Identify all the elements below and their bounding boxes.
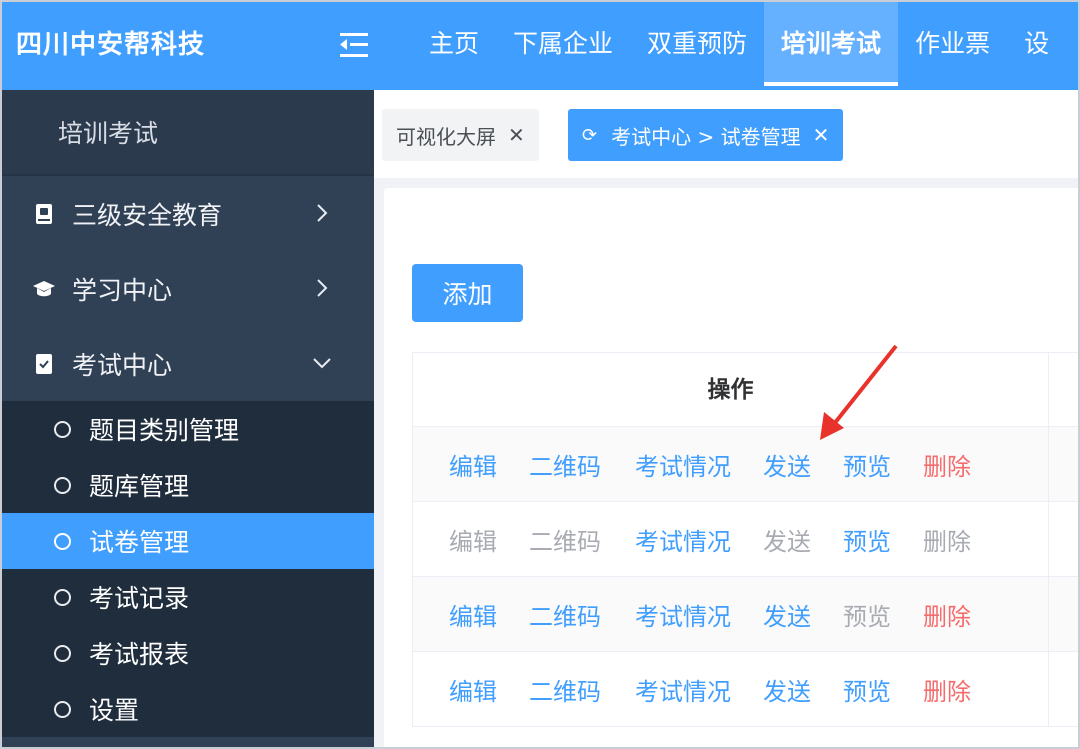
sidebar-item-exam-report[interactable]: 考试报表 bbox=[2, 625, 374, 681]
extra-cell bbox=[1049, 652, 1078, 726]
top-nav-menu: 主页 下属企业 双重预防 培训考试 作业票 设 bbox=[412, 2, 1066, 90]
edit-link[interactable]: 编辑 bbox=[449, 672, 497, 707]
delete-link[interactable]: 删除 bbox=[923, 447, 971, 482]
menu-collapse-icon[interactable] bbox=[338, 30, 370, 60]
sidebar-group-label: 考试中心 bbox=[72, 350, 173, 380]
edit-link[interactable]: 编辑 bbox=[449, 447, 497, 482]
actions-cell: 编辑 二维码 考试情况 发送 预览 删除 bbox=[413, 427, 1049, 501]
table-row: 编辑 二维码 考试情况 发送 预览 删除 bbox=[413, 652, 1078, 727]
actions-cell: 编辑 二维码 考试情况 发送 预览 删除 bbox=[413, 577, 1049, 651]
sidebar-item-label: 设置 bbox=[89, 696, 140, 725]
preview-link[interactable]: 预览 bbox=[843, 522, 891, 557]
sidebar-group-exam-center[interactable]: 考试中心 bbox=[2, 326, 374, 401]
nav-settings[interactable]: 设 bbox=[1007, 2, 1066, 86]
send-link[interactable]: 发送 bbox=[763, 597, 811, 632]
exam-center-submenu: 题目类别管理 题库管理 试卷管理 考试记录 考试报表 设置 bbox=[2, 401, 374, 737]
circle-icon bbox=[54, 420, 71, 438]
sidebar-item-question-bank[interactable]: 题库管理 bbox=[2, 457, 374, 513]
table-row: 编辑 二维码 考试情况 发送 预览 删除 bbox=[413, 427, 1078, 502]
preview-link[interactable]: 预览 bbox=[843, 447, 891, 482]
sidebar-item-exam-records[interactable]: 考试记录 bbox=[2, 569, 374, 625]
sidebar-item-paper-management[interactable]: 试卷管理 bbox=[2, 513, 374, 569]
refresh-icon[interactable]: ⟳ bbox=[582, 125, 597, 146]
exam-status-link[interactable]: 考试情况 bbox=[635, 447, 731, 482]
exam-status-link[interactable]: 考试情况 bbox=[635, 672, 731, 707]
tab-dashboard[interactable]: 可视化大屏 ✕ bbox=[382, 109, 539, 161]
exam-status-link[interactable]: 考试情况 bbox=[635, 597, 731, 632]
qrcode-link: 二维码 bbox=[529, 527, 601, 556]
sidebar-item-label: 考试记录 bbox=[89, 584, 190, 613]
close-icon[interactable]: ✕ bbox=[508, 123, 525, 147]
extra-cell bbox=[1049, 427, 1078, 501]
nav-dual-prevention[interactable]: 双重预防 bbox=[630, 2, 764, 86]
circle-icon bbox=[54, 532, 71, 550]
extra-cell bbox=[1049, 577, 1078, 651]
actions-cell: 编辑 二维码 考试情况 发送 预览 删除 bbox=[413, 502, 1049, 576]
chevron-right-icon bbox=[317, 204, 328, 222]
book-icon bbox=[32, 202, 56, 226]
tab-paper-management[interactable]: ⟳ 考试中心 > 试卷管理 ✕ bbox=[568, 109, 844, 161]
extra-cell bbox=[1049, 502, 1078, 576]
sidebar-item-label: 考试报表 bbox=[89, 640, 190, 669]
tab-label: 可视化大屏 bbox=[396, 124, 496, 149]
add-button[interactable]: 添加 bbox=[412, 264, 523, 322]
delete-link: 删除 bbox=[923, 527, 971, 556]
sidebar-group-learning-center[interactable]: 学习中心 bbox=[2, 251, 374, 326]
nav-work-permit[interactable]: 作业票 bbox=[898, 2, 1007, 86]
graduation-cap-icon bbox=[32, 277, 56, 301]
paper-table: 操作 编辑 二维码 考试情况 发送 预览 删除 编辑 二维码 考试情况 发送 预览 删除 编辑 二维码 考试… bbox=[412, 352, 1078, 727]
sidebar-item-question-category[interactable]: 题目类别管理 bbox=[2, 401, 374, 457]
content-card: 添加 操作 编辑 二维码 考试情况 发送 预览 删除 编辑 二维码 考试情况 发送 预览 删除 编辑 二维… bbox=[384, 188, 1078, 747]
sidebar-group-label: 三级安全教育 bbox=[72, 200, 223, 230]
tags-view-bar: 可视化大屏 ✕ ⟳ 考试中心 > 试卷管理 ✕ bbox=[374, 90, 1078, 178]
main-content: 可视化大屏 ✕ ⟳ 考试中心 > 试卷管理 ✕ 添加 操作 编辑 二维码 考试情况发… bbox=[374, 90, 1078, 747]
qrcode-link[interactable]: 二维码 bbox=[529, 672, 601, 707]
tab-label: 考试中心 > 试卷管理 bbox=[611, 124, 801, 149]
sidebar-group-safety-education[interactable]: 三级安全教育 bbox=[2, 176, 374, 251]
circle-icon bbox=[54, 644, 71, 662]
send-link[interactable]: 发送 bbox=[763, 672, 811, 707]
table-row: 编辑 二维码 考试情况 发送 预览 删除 bbox=[413, 577, 1078, 652]
sidebar-item-label: 题库管理 bbox=[89, 472, 190, 501]
nav-home[interactable]: 主页 bbox=[412, 2, 496, 86]
nav-subsidiaries[interactable]: 下属企业 bbox=[496, 2, 630, 86]
chevron-right-icon bbox=[317, 279, 328, 297]
delete-link[interactable]: 删除 bbox=[923, 672, 971, 707]
delete-link[interactable]: 删除 bbox=[923, 597, 971, 632]
circle-icon bbox=[54, 700, 71, 718]
close-icon[interactable]: ✕ bbox=[813, 123, 830, 147]
table-header: 操作 bbox=[413, 353, 1078, 427]
actions-cell: 编辑 二维码 考试情况 发送 预览 删除 bbox=[413, 652, 1049, 726]
qrcode-link[interactable]: 二维码 bbox=[529, 447, 601, 482]
sidebar-item-label: 试卷管理 bbox=[89, 528, 190, 557]
app-window: 四川中安帮科技 主页 下属企业 双重预防 培训考试 作业票 设 培训考试 三级安… bbox=[0, 0, 1080, 749]
chevron-down-icon bbox=[313, 358, 331, 369]
sidebar: 培训考试 三级安全教育 学习中心 考试中心 题目类别管理 题库管理 试卷管理 考… bbox=[2, 90, 374, 747]
nav-training-exam[interactable]: 培训考试 bbox=[764, 2, 899, 86]
send-link[interactable]: 发送 bbox=[763, 447, 811, 482]
brand-title: 四川中安帮科技 bbox=[16, 30, 206, 60]
preview-link: 预览 bbox=[843, 602, 891, 631]
table-body: 编辑 二维码 考试情况 发送 预览 删除 编辑 二维码 考试情况 发送 预览 删除 编辑 二维码 考试情况发… bbox=[413, 427, 1078, 727]
circle-icon bbox=[54, 588, 71, 606]
table-row: 编辑 二维码 考试情况 发送 预览 删除 bbox=[413, 502, 1078, 577]
column-header-extra bbox=[1049, 353, 1078, 426]
column-header-actions: 操作 bbox=[413, 353, 1049, 427]
exam-status-link[interactable]: 考试情况 bbox=[635, 522, 731, 557]
sidebar-item-settings[interactable]: 设置 bbox=[2, 681, 374, 737]
sidebar-title: 培训考试 bbox=[2, 90, 374, 176]
circle-icon bbox=[54, 476, 71, 494]
edit-link[interactable]: 编辑 bbox=[449, 597, 497, 632]
top-navbar: 四川中安帮科技 主页 下属企业 双重预防 培训考试 作业票 设 bbox=[2, 2, 1078, 90]
qrcode-link[interactable]: 二维码 bbox=[529, 597, 601, 632]
edit-link: 编辑 bbox=[449, 527, 497, 556]
preview-link[interactable]: 预览 bbox=[843, 672, 891, 707]
send-link: 发送 bbox=[763, 527, 811, 556]
exam-icon bbox=[32, 352, 56, 376]
sidebar-group-label: 学习中心 bbox=[72, 275, 173, 305]
sidebar-item-label: 题目类别管理 bbox=[89, 416, 240, 445]
